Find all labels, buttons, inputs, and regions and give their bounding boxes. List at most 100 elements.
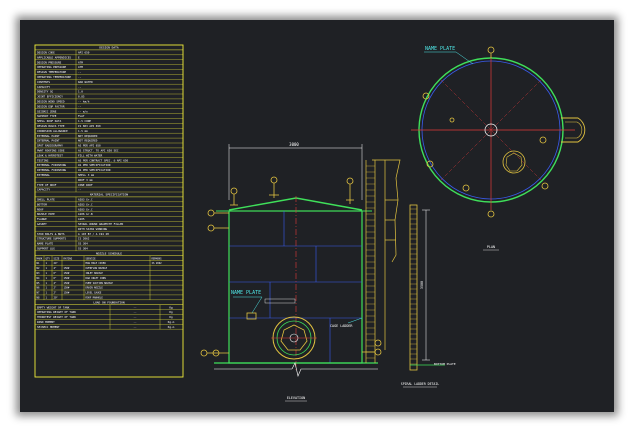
nozzle-cell: 150# — [64, 287, 70, 290]
nozzle-cell: 1 — [46, 297, 48, 300]
table-row-label: DENSITY SG — [37, 90, 54, 94]
load-row-unit: Kg — [169, 305, 173, 309]
table-row-label: APPLICABLE APPENDICES — [37, 55, 71, 59]
nozzle-cell: N8 — [37, 297, 40, 300]
table-row-label: EXTERNAL PAINT — [37, 134, 60, 138]
table-row-value: API 650 — [78, 51, 90, 55]
table-row-label: EXTERNAL FINISHING — [37, 163, 67, 167]
table-row-label: STUD BOLTS & NUTS — [37, 232, 65, 236]
nozzle-cell: 1 — [46, 272, 48, 275]
nozzle-cell: N1 — [37, 262, 40, 265]
tank-elevation: 3000 NAME PLATE CAGE LADDER ELEVATION — [200, 142, 401, 402]
nozzle-cell: 1 — [46, 282, 48, 285]
table-row-value: ROOF 3 mm — [78, 178, 93, 182]
table-row-label: JOINT EFFICIENCY — [37, 95, 63, 99]
table-row-value: A283 Gr.C — [78, 202, 93, 206]
table-row-value: FLAT — [78, 114, 85, 118]
table-row-label: DESIGN PRESSURE — [37, 60, 62, 64]
nozzle-cell: 1 — [46, 262, 48, 265]
load-row-value: -- — [133, 320, 137, 324]
load-row-unit: Kg-m — [168, 325, 175, 329]
ladder-rungs — [366, 165, 375, 359]
plan-name-plate-label: NAME PLATE — [425, 46, 455, 52]
table-row-label: OPERATING PRESSURE — [37, 65, 67, 69]
table-row-value: SS 304 — [78, 247, 88, 251]
table-row-label: STRUCTURE SUPPORTS — [37, 237, 67, 241]
nozzle-cell: PUMP SUCTION NOZZLE — [86, 282, 114, 285]
table-row-label: LEAK & HYDROTEST — [37, 153, 63, 157]
table-row-label: BOTTOM — [37, 202, 47, 206]
load-row-label: WIND MOMENT — [37, 320, 55, 324]
table-row-label: CAPACITY — [37, 85, 50, 89]
ladder-detail: 3500 BOTTOM PLATE SPIRAL LADDER DETAIL — [401, 204, 456, 388]
tank-shell — [228, 210, 363, 364]
load-row-label: HYDROTEST WEIGHT OF TANK — [37, 315, 76, 319]
shell-courses — [229, 211, 362, 363]
load-row-value: -- — [133, 305, 137, 309]
table-row-value: AS PER SPECIFICATION — [78, 168, 111, 172]
table-row-value: -- km/h — [78, 100, 90, 104]
load-row-value: -- — [133, 310, 137, 314]
cone-roof — [228, 197, 363, 211]
table-row-value: -- — [78, 70, 82, 74]
nozzle-cell: 4" — [54, 282, 57, 285]
table-row-value: AS STRUCT. TO API 650 SEC — [78, 149, 119, 153]
table-row-value: ATM — [78, 60, 83, 64]
ladder-detail-rail — [409, 204, 418, 371]
ladder-detail-title: SPIRAL LADDER DETAIL — [401, 382, 439, 386]
nozzle-cell: 6" — [54, 272, 57, 275]
load-row-label: EMPTY WEIGHT OF TANK — [37, 305, 70, 309]
nozzle-cell: 1 — [46, 277, 48, 280]
table-row-label: PWHT ROOFING CODE — [37, 149, 65, 153]
table-row-value: -- — [78, 85, 82, 89]
table-row-value: NOT REQUIRED — [78, 134, 98, 138]
table-row-label: DESIGN BASIS TYPE — [37, 124, 65, 128]
table-row-value: SS 304 — [78, 242, 88, 246]
nozzle-cell: INLET NOZZLE — [86, 272, 104, 275]
table-row-label: GASKET — [37, 222, 47, 226]
load-row-unit: Kg — [169, 315, 173, 319]
table-row-value: -- — [78, 75, 82, 79]
nozzle-cell: RAW INLET CONN — [86, 277, 107, 280]
cage-ladder — [365, 159, 401, 363]
table-row-label: NAME PLATE — [37, 242, 54, 246]
design-data-table: DESIGN DATA DESIGN CODE API 650 APPLICABLE … — [34, 44, 184, 378]
nozzle-cell: 150# — [64, 277, 70, 280]
table-row-value: -- m/s — [78, 109, 88, 113]
dimension-diameter-label: 3000 — [289, 142, 299, 147]
load-row-value: -- — [133, 325, 137, 329]
table-row-value: 1.5 CONE — [78, 119, 91, 123]
table-row-label: SHELL ROOF DATA — [37, 119, 62, 123]
table-row-value: CONE ROOF — [78, 183, 93, 187]
nozzle-column-header: RATING — [64, 257, 73, 260]
table-row-value: RAW WATER — [78, 80, 93, 84]
nozzle-cell: 6" — [54, 277, 57, 280]
tank-plan: NAME PLATE PLAN — [411, 46, 586, 251]
table-row-value: 1.5 mm — [78, 129, 88, 133]
table-row-value: WITH SS304 WINDING — [78, 227, 108, 231]
table-row-label: TESTING — [37, 158, 49, 162]
table-row-value: IS 803 API 650 — [78, 124, 101, 128]
manhole-cover — [280, 324, 308, 351]
table-row-label: EXTERNAL — [37, 173, 50, 177]
elevation-title: ELEVATION — [287, 396, 305, 400]
table-row-value: AS PER SPECIFICATION — [78, 163, 111, 167]
table-row-label: INTERNAL FINISHING — [37, 168, 67, 172]
load-row-unit: Kg — [169, 310, 173, 314]
table-row-value: A105 — [78, 217, 85, 221]
nozzle-cell: 2" — [54, 292, 57, 295]
nozzle-cell: N5 — [37, 282, 40, 285]
load-row-value: -- — [133, 315, 137, 319]
table-row-value: ATM — [78, 65, 83, 69]
table-row-value: 1.0 — [78, 90, 83, 94]
nozzle-cell: 20" — [54, 297, 59, 300]
nozzle-cell: LEVEL GAUGE — [86, 292, 102, 295]
table-row-value: AS PER CONTRACT SPEC. & API 650 — [78, 158, 129, 162]
table-row-label: SEISMIC ZONE — [37, 109, 57, 113]
nozzle-column-header: REMARKS — [152, 257, 163, 260]
nozzle-cell: N3 — [37, 272, 40, 275]
nozzle-cell: DRAIN NOZZLE — [86, 287, 104, 290]
nozzle-column-header: SIZE — [54, 257, 60, 260]
table-row-value: A283 Gr.C — [78, 207, 93, 211]
name-plate-label: NAME PLATE — [231, 290, 261, 296]
